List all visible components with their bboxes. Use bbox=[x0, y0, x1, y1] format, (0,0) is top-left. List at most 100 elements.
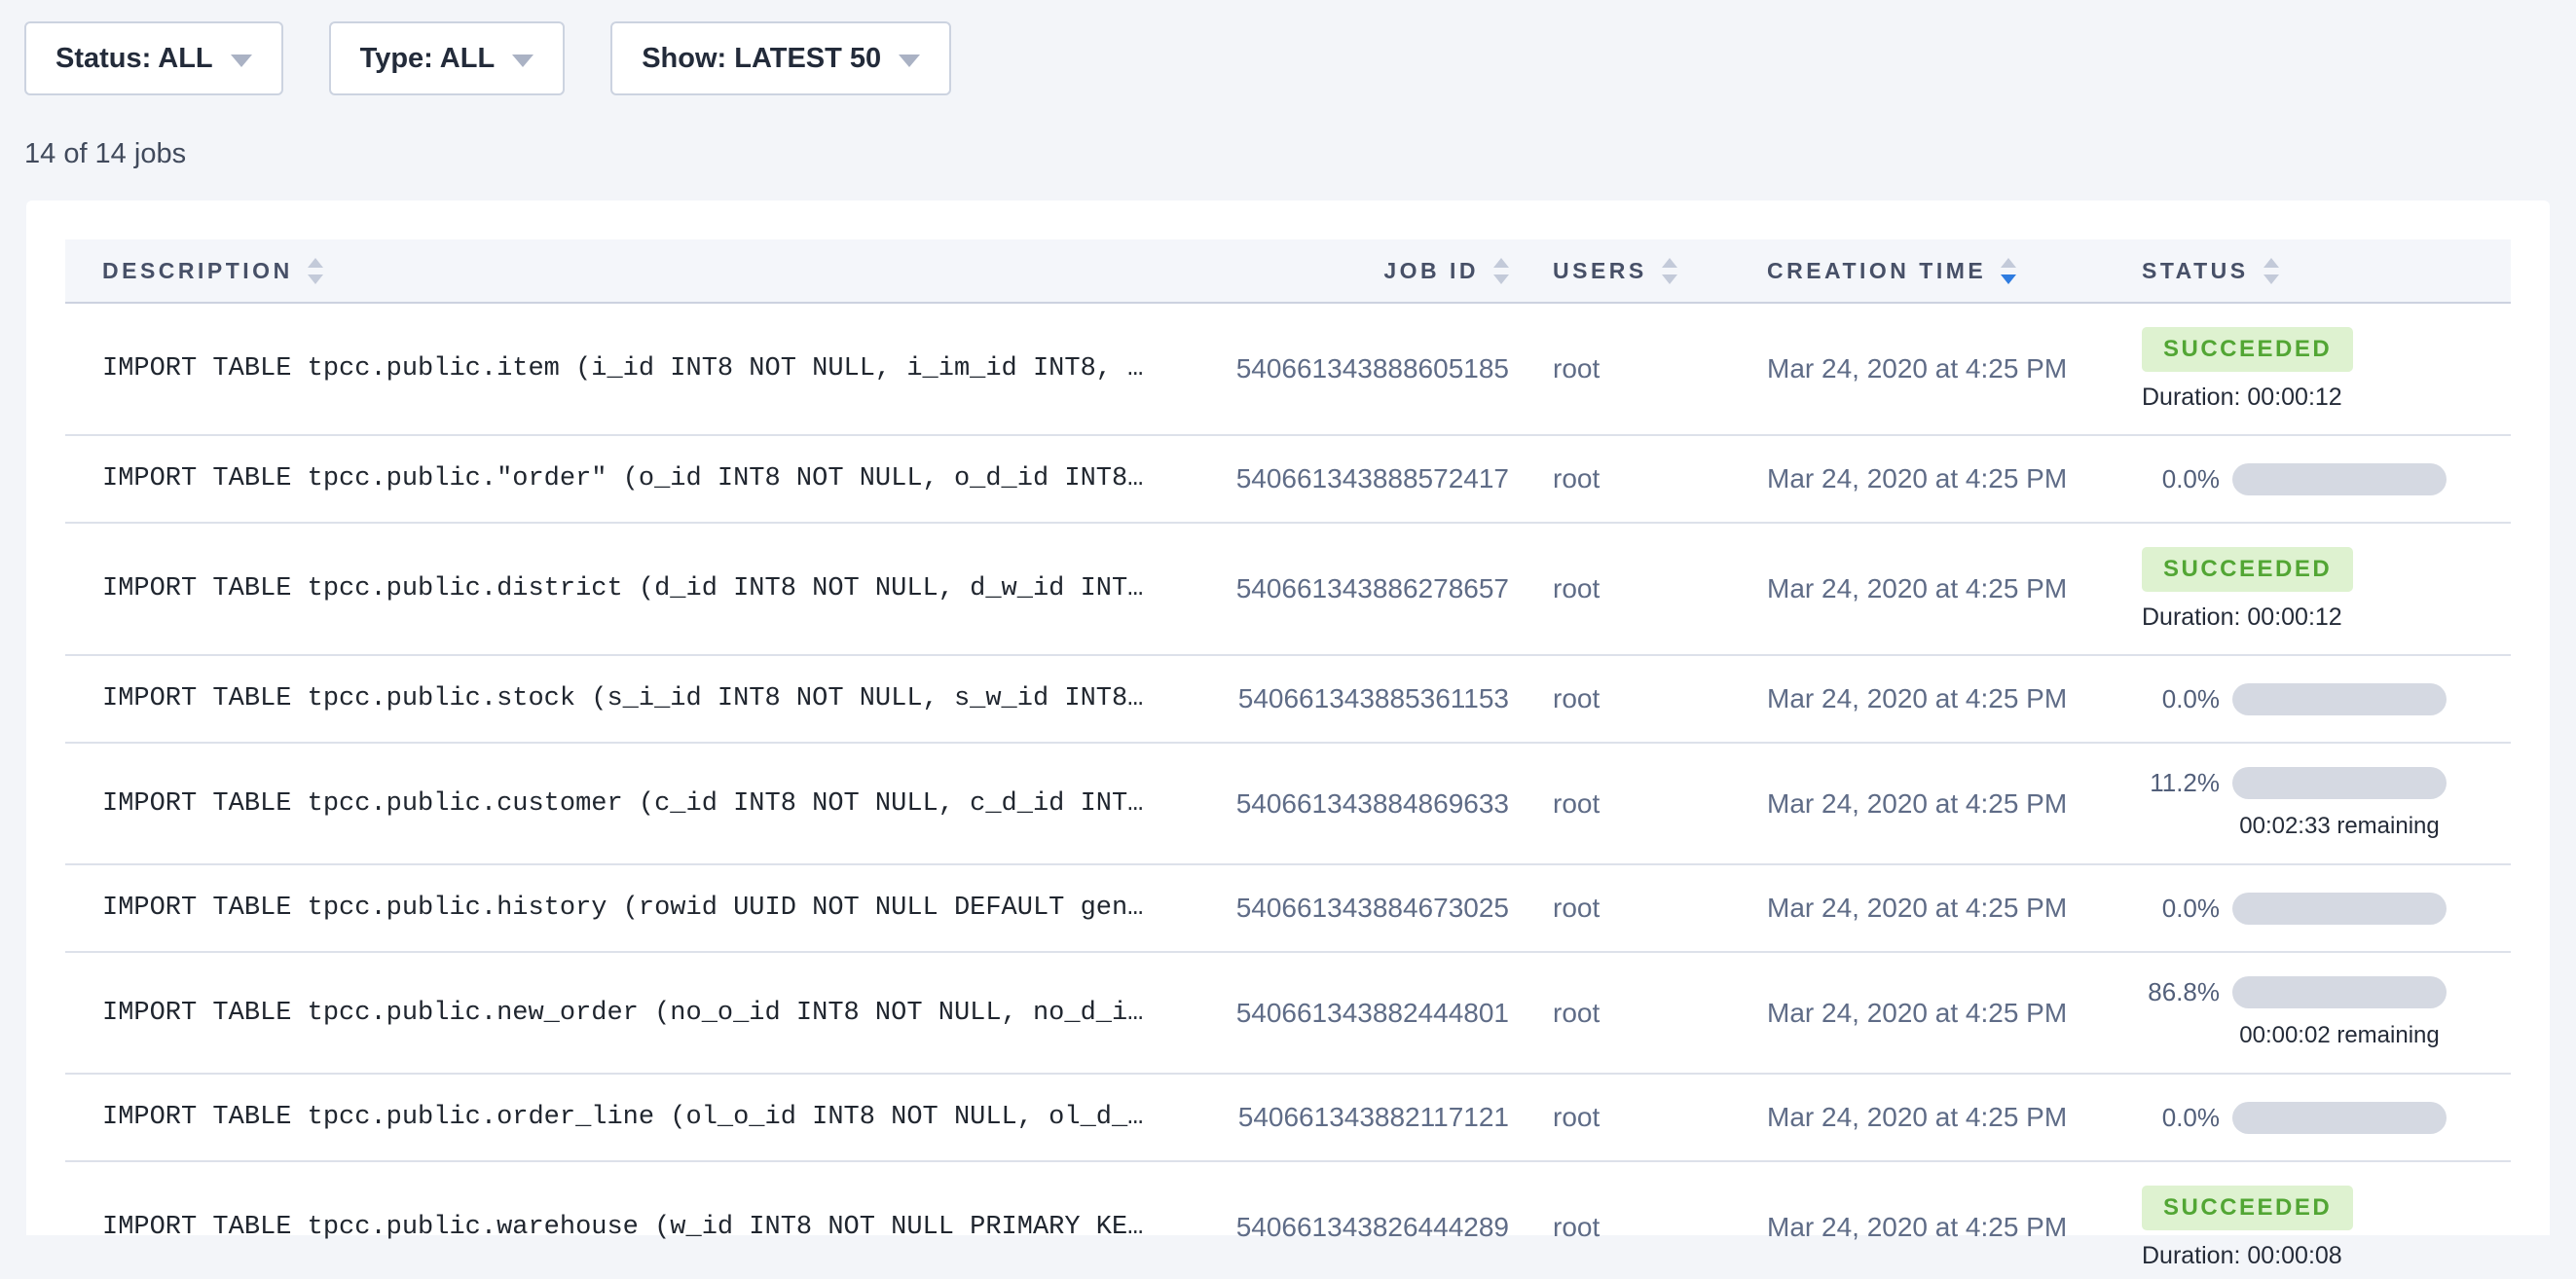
table-row[interactable]: IMPORT TABLE tpcc.public.item (i_id INT8… bbox=[65, 304, 2511, 436]
job-description: IMPORT TABLE tpcc.public.history (rowid … bbox=[65, 894, 1185, 923]
job-description: IMPORT TABLE tpcc.public.item (i_id INT8… bbox=[65, 354, 1185, 384]
column-header-label: CREATION TIME bbox=[1767, 258, 1986, 284]
job-id: 540661343882117121 bbox=[1185, 1102, 1509, 1133]
job-creation-time: Mar 24, 2020 at 4:25 PM bbox=[1733, 893, 2142, 924]
progress-bar bbox=[2232, 976, 2447, 1008]
table-row[interactable]: IMPORT TABLE tpcc.public.order_line (ol_… bbox=[65, 1075, 2511, 1162]
job-user: root bbox=[1509, 463, 1733, 494]
progress-percent: 0.0% bbox=[2142, 1103, 2220, 1133]
table-row[interactable]: IMPORT TABLE tpcc.public.stock (s_i_id I… bbox=[65, 656, 2511, 744]
column-header-label: JOB ID bbox=[1383, 258, 1479, 284]
job-id: 540661343826444289 bbox=[1185, 1212, 1509, 1243]
job-id: 540661343884869633 bbox=[1185, 788, 1509, 820]
job-description: IMPORT TABLE tpcc.public.new_order (no_o… bbox=[65, 999, 1185, 1028]
job-creation-time: Mar 24, 2020 at 4:25 PM bbox=[1733, 1102, 2142, 1133]
job-status-cell: 11.2% 00:02:33 remaining bbox=[2142, 767, 2511, 840]
status-badge: SUCCEEDED bbox=[2142, 547, 2353, 592]
sort-arrows-icon[interactable] bbox=[1662, 258, 1677, 284]
column-header-label: STATUS bbox=[2142, 258, 2249, 284]
time-remaining: 00:00:02 remaining bbox=[2232, 1022, 2447, 1049]
job-description: IMPORT TABLE tpcc.public.warehouse (w_id… bbox=[65, 1213, 1185, 1242]
job-description: IMPORT TABLE tpcc.public.district (d_id … bbox=[65, 574, 1185, 603]
job-description: IMPORT TABLE tpcc.public.order_line (ol_… bbox=[65, 1103, 1185, 1132]
progress-percent: 0.0% bbox=[2142, 684, 2220, 714]
job-id: 540661343888572417 bbox=[1185, 463, 1509, 494]
show-filter-label: Show: LATEST 50 bbox=[642, 43, 881, 75]
job-user: root bbox=[1509, 788, 1733, 820]
progress-percent: 11.2% bbox=[2142, 768, 2220, 798]
time-remaining: 00:02:33 remaining bbox=[2232, 813, 2447, 840]
job-user: root bbox=[1509, 1212, 1733, 1243]
job-creation-time: Mar 24, 2020 at 4:25 PM bbox=[1733, 683, 2142, 714]
table-row[interactable]: IMPORT TABLE tpcc.public.history (rowid … bbox=[65, 865, 2511, 953]
table-row[interactable]: IMPORT TABLE tpcc.public.warehouse (w_id… bbox=[65, 1162, 2511, 1279]
table-header-row: DESCRIPTION JOB ID USERS CREATION TIME S… bbox=[65, 239, 2511, 304]
status-filter-label: Status: ALL bbox=[55, 43, 213, 75]
job-description: IMPORT TABLE tpcc.public.customer (c_id … bbox=[65, 789, 1185, 819]
job-status-cell: SUCCEEDEDDuration: 00:00:12 bbox=[2142, 327, 2511, 412]
job-user: root bbox=[1509, 573, 1733, 604]
job-description: IMPORT TABLE tpcc.public.stock (s_i_id I… bbox=[65, 684, 1185, 713]
chevron-down-icon bbox=[899, 55, 920, 67]
table-row[interactable]: IMPORT TABLE tpcc.public.new_order (no_o… bbox=[65, 953, 2511, 1075]
job-user: root bbox=[1509, 893, 1733, 924]
sort-arrows-icon[interactable] bbox=[2263, 258, 2279, 284]
job-creation-time: Mar 24, 2020 at 4:25 PM bbox=[1733, 463, 2142, 494]
job-id: 540661343882444801 bbox=[1185, 998, 1509, 1029]
column-header-description[interactable]: DESCRIPTION bbox=[65, 258, 1185, 284]
table-row[interactable]: IMPORT TABLE tpcc.public.customer (c_id … bbox=[65, 744, 2511, 865]
job-status-cell: 86.8%00:00:02 remaining bbox=[2142, 976, 2511, 1049]
column-header-label: USERS bbox=[1553, 258, 1647, 284]
progress-bar bbox=[2232, 893, 2447, 925]
table-row[interactable]: IMPORT TABLE tpcc.public.district (d_id … bbox=[65, 524, 2511, 656]
job-user: root bbox=[1509, 683, 1733, 714]
chevron-down-icon bbox=[231, 55, 252, 67]
job-status-cell: SUCCEEDED Duration: 00:00:12 bbox=[2142, 547, 2511, 632]
job-creation-time: Mar 24, 2020 at 4:25 PM bbox=[1733, 353, 2142, 384]
column-header-creation-time[interactable]: CREATION TIME bbox=[1733, 258, 2142, 284]
job-user: root bbox=[1509, 353, 1733, 384]
job-status-cell: 0.0% bbox=[2142, 463, 2511, 495]
type-filter-dropdown[interactable]: Type: ALL bbox=[329, 21, 566, 95]
sort-arrows-icon[interactable] bbox=[308, 258, 323, 284]
sort-arrows-icon[interactable] bbox=[1493, 258, 1509, 284]
show-filter-dropdown[interactable]: Show: LATEST 50 bbox=[610, 21, 951, 95]
job-id: 540661343884673025 bbox=[1185, 893, 1509, 924]
sort-arrows-icon[interactable] bbox=[2001, 258, 2016, 284]
status-badge: SUCCEEDED bbox=[2142, 1186, 2353, 1230]
job-creation-time: Mar 24, 2020 at 4:25 PM bbox=[1733, 1212, 2142, 1243]
progress-percent: 0.0% bbox=[2142, 894, 2220, 924]
job-user: root bbox=[1509, 998, 1733, 1029]
job-creation-time: Mar 24, 2020 at 4:25 PM bbox=[1733, 573, 2142, 604]
filter-bar: Status: ALL Type: ALL Show: LATEST 50 bbox=[0, 0, 2576, 95]
progress-bar bbox=[2232, 767, 2447, 799]
column-header-status[interactable]: STATUS bbox=[2142, 258, 2511, 284]
progress-bar bbox=[2232, 683, 2447, 715]
status-filter-dropdown[interactable]: Status: ALL bbox=[24, 21, 283, 95]
job-status-cell: 0.0% bbox=[2142, 683, 2511, 715]
jobs-count: 14 of 14 jobs bbox=[24, 138, 2576, 170]
column-header-users[interactable]: USERS bbox=[1509, 258, 1733, 284]
column-header-label: DESCRIPTION bbox=[102, 258, 293, 284]
job-duration: Duration: 00:00:12 bbox=[2142, 384, 2342, 412]
type-filter-label: Type: ALL bbox=[360, 43, 496, 75]
job-id: 540661343888605185 bbox=[1185, 353, 1509, 384]
job-id: 540661343886278657 bbox=[1185, 573, 1509, 604]
job-duration: Duration: 00:00:12 bbox=[2142, 603, 2342, 632]
progress-percent: 0.0% bbox=[2142, 464, 2220, 494]
job-duration: Duration: 00:00:08 bbox=[2142, 1242, 2342, 1270]
jobs-table-card: DESCRIPTION JOB ID USERS CREATION TIME S… bbox=[26, 201, 2550, 1235]
job-description: IMPORT TABLE tpcc.public."order" (o_id I… bbox=[65, 464, 1185, 493]
chevron-down-icon bbox=[512, 55, 534, 67]
job-status-cell: 0.0% bbox=[2142, 1102, 2511, 1134]
job-creation-time: Mar 24, 2020 at 4:25 PM bbox=[1733, 788, 2142, 820]
progress-bar bbox=[2232, 463, 2447, 495]
column-header-job-id[interactable]: JOB ID bbox=[1185, 258, 1509, 284]
progress-bar bbox=[2232, 1102, 2447, 1134]
job-status-cell: 0.0% bbox=[2142, 893, 2511, 925]
job-status-cell: SUCCEEDED Duration: 00:00:08 bbox=[2142, 1186, 2511, 1270]
table-row[interactable]: IMPORT TABLE tpcc.public."order" (o_id I… bbox=[65, 436, 2511, 524]
job-creation-time: Mar 24, 2020 at 4:25 PM bbox=[1733, 998, 2142, 1029]
job-user: root bbox=[1509, 1102, 1733, 1133]
job-id: 540661343885361153 bbox=[1185, 683, 1509, 714]
